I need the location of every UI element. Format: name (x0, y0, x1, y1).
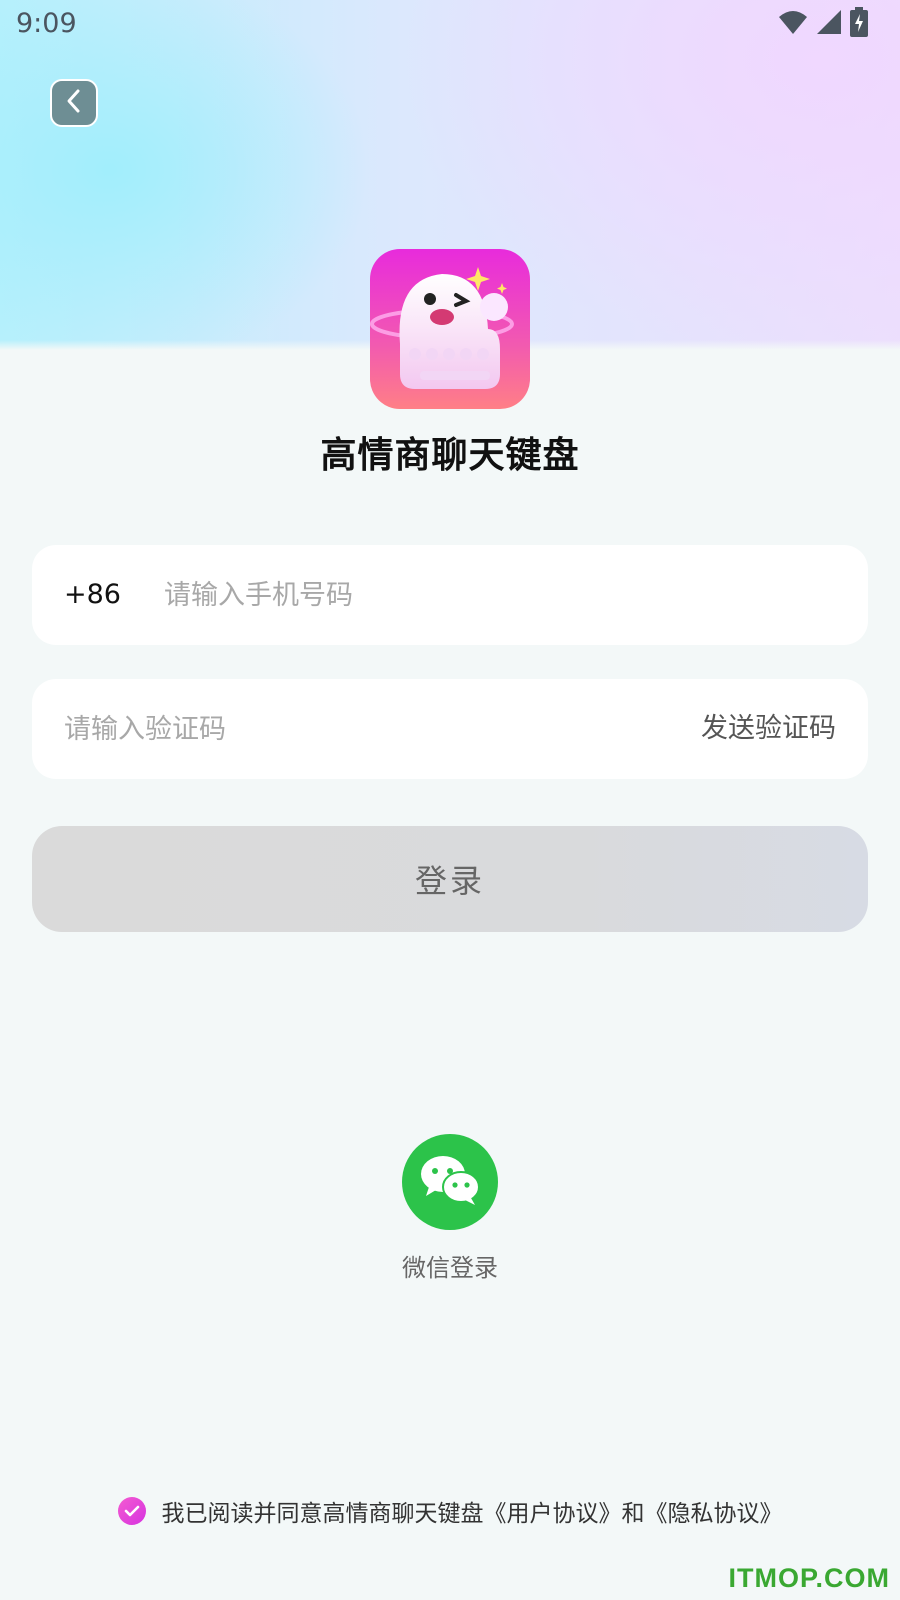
phone-field: +86 (32, 545, 868, 645)
checkmark-icon (124, 1498, 140, 1524)
verification-code-field: 发送验证码 (32, 679, 868, 779)
agreement-checkbox[interactable] (117, 1497, 146, 1525)
wifi-icon (778, 9, 808, 39)
user-agreement-link[interactable]: 《用户协议》 (484, 1494, 622, 1528)
app-name: 高情商聊天键盘 (320, 435, 580, 476)
status-icons (778, 7, 868, 41)
back-button[interactable] (50, 79, 98, 127)
agreement-text: 我已阅读并同意高情商聊天键盘 (161, 1501, 484, 1527)
wechat-login-label: 微信登录 (402, 1254, 498, 1282)
cellular-signal-icon (816, 9, 842, 39)
login-button[interactable]: 登录 (32, 826, 868, 932)
privacy-policy-link[interactable]: 《隐私协议》 (645, 1494, 783, 1528)
agreement-conjunction: 和 (621, 1501, 645, 1527)
phone-input[interactable] (164, 545, 824, 645)
country-code-prefix[interactable]: +86 (64, 545, 121, 645)
watermark: ITMOP.COM (728, 1563, 890, 1593)
wechat-icon (419, 1154, 481, 1210)
agreement-row: 我已阅读并同意高情商聊天键盘 《用户协议》 和 《隐私协议》 (0, 1494, 900, 1528)
verification-code-input[interactable] (64, 679, 624, 779)
send-code-button[interactable]: 发送验证码 (701, 679, 836, 779)
battery-charging-icon (850, 7, 868, 41)
wechat-login-button[interactable] (402, 1134, 498, 1230)
app-logo (370, 249, 530, 409)
chevron-left-icon (63, 88, 85, 118)
status-time: 9:09 (16, 8, 77, 39)
